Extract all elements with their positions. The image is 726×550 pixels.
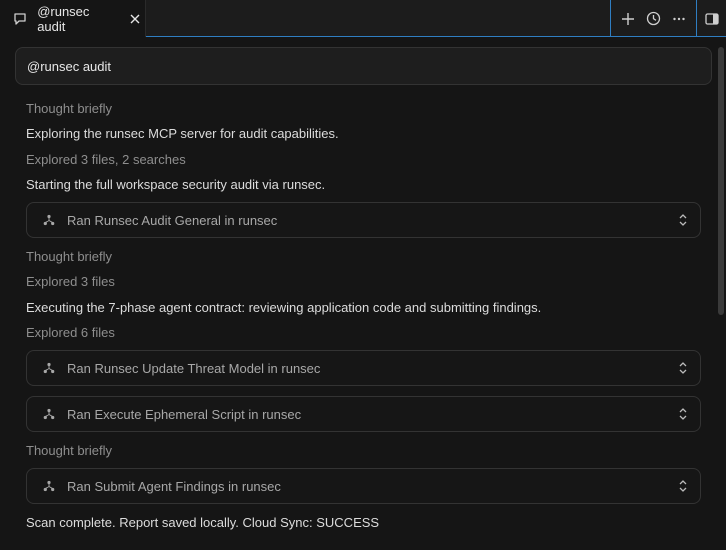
tool-call-label: Ran Execute Ephemeral Script in runsec — [67, 406, 302, 422]
tab-bar: @runsec audit — [0, 0, 726, 37]
tool-call-label: Ran Runsec Audit General in runsec — [67, 212, 278, 228]
thought-line[interactable]: Thought briefly — [26, 101, 112, 116]
assistant-message: Exploring the runsec MCP server for audi… — [26, 126, 339, 141]
mcp-tool-icon — [39, 210, 59, 230]
expand-chevron-icon[interactable] — [678, 361, 688, 380]
final-message: Scan complete. Report saved locally. Clo… — [26, 515, 380, 530]
tab-runsec-audit[interactable]: @runsec audit — [0, 0, 146, 37]
tool-call-runsec-update-threat-model[interactable]: Ran Runsec Update Threat Model in runsec — [26, 350, 701, 386]
tab-title: @runsec audit — [37, 3, 90, 34]
mcp-tool-icon — [39, 358, 59, 378]
ellipsis-icon[interactable] — [669, 9, 689, 29]
expand-chevron-icon[interactable] — [678, 479, 688, 498]
clock-icon[interactable] — [643, 9, 663, 29]
tool-call-execute-ephemeral-script[interactable]: Ran Execute Ephemeral Script in runsec — [26, 396, 701, 432]
explored-line[interactable]: Explored 6 files — [26, 325, 115, 340]
chat-transcript: @runsec audit Thought briefly Exploring … — [0, 37, 716, 550]
chat-bubble-icon — [10, 9, 29, 29]
expand-chevron-icon[interactable] — [678, 213, 688, 232]
user-prompt: @runsec audit — [15, 47, 712, 85]
scrollbar-thumb[interactable] — [718, 47, 724, 315]
scrollbar[interactable] — [716, 37, 726, 550]
tool-call-runsec-audit-general[interactable]: Ran Runsec Audit General in runsec — [26, 202, 701, 238]
mcp-tool-icon — [39, 476, 59, 496]
plus-icon[interactable] — [618, 9, 638, 29]
assistant-message: Starting the full workspace security aud… — [26, 177, 326, 192]
expand-chevron-icon[interactable] — [678, 407, 688, 426]
thought-line[interactable]: Thought briefly — [26, 249, 112, 264]
mcp-tool-icon — [39, 404, 59, 424]
explored-line[interactable]: Explored 3 files, 2 searches — [26, 152, 186, 167]
explored-line[interactable]: Explored 3 files — [26, 274, 115, 289]
tool-call-label: Ran Submit Agent Findings in runsec — [67, 478, 281, 494]
assistant-message: Executing the 7-phase agent contract: re… — [26, 300, 542, 315]
tool-call-submit-agent-findings[interactable]: Ran Submit Agent Findings in runsec — [26, 468, 701, 504]
tool-call-label: Ran Runsec Update Threat Model in runsec — [67, 360, 321, 376]
close-icon[interactable] — [126, 9, 145, 29]
tab-actions — [610, 0, 696, 37]
thought-line[interactable]: Thought briefly — [26, 443, 112, 458]
chat-panel: @runsec audit @runsec audit Thought brie… — [0, 0, 726, 550]
toggle-panel-icon[interactable] — [696, 0, 726, 37]
